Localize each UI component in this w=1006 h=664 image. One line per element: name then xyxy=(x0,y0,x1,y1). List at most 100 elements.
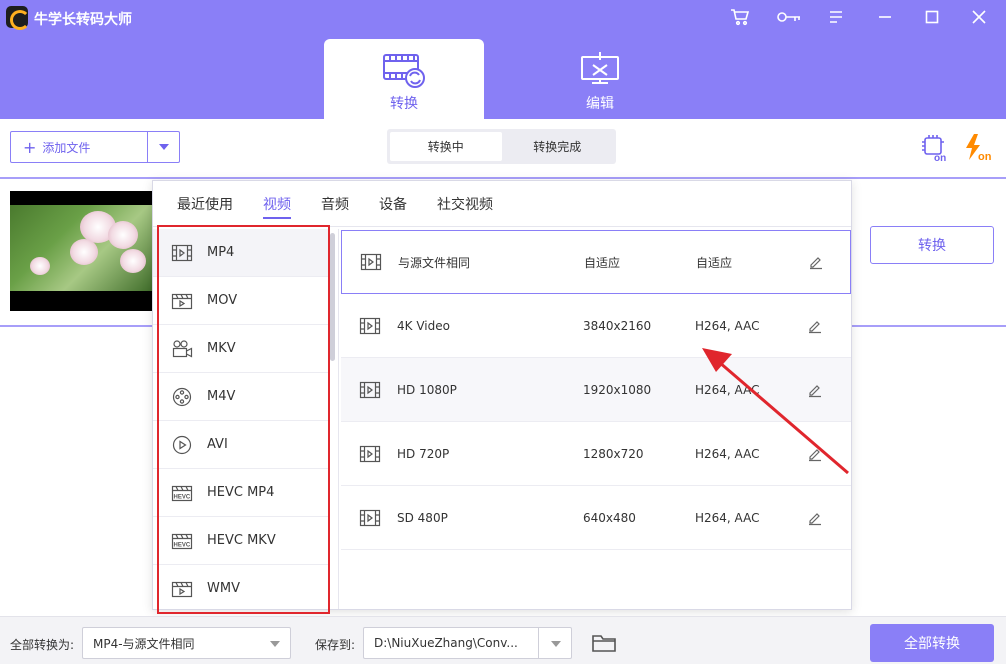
close-icon[interactable] xyxy=(968,6,990,28)
preset-row-480p[interactable]: SD 480P 640x480 H264, AAC xyxy=(341,486,851,550)
play-circle-icon xyxy=(172,435,192,454)
hevc-icon: HEVC xyxy=(171,533,193,549)
edit-pencil-icon[interactable] xyxy=(807,446,823,462)
convert-all-format-value: MP4-与源文件相同 xyxy=(93,636,195,651)
chevron-down-icon[interactable] xyxy=(147,132,179,162)
edit-pencil-icon[interactable] xyxy=(808,254,824,270)
format-item-label: HEVC MKV xyxy=(207,533,276,548)
add-file-label: 添加文件 xyxy=(42,140,91,155)
chevron-down-icon xyxy=(551,641,561,647)
maximize-icon[interactable] xyxy=(921,6,943,28)
format-item-avi[interactable]: AVI xyxy=(153,421,329,469)
svg-text:HEVC: HEVC xyxy=(174,542,191,548)
clapper-play-icon xyxy=(171,581,193,597)
tab-recent[interactable]: 最近使用 xyxy=(177,181,233,227)
preset-row-1080p[interactable]: HD 1080P 1920x1080 H264, AAC xyxy=(341,358,851,422)
preset-row-source[interactable]: 与源文件相同 自适应 自适应 xyxy=(341,230,851,294)
tab-converted[interactable]: 转换完成 xyxy=(502,132,614,161)
tab-converting[interactable]: 转换中 xyxy=(390,132,502,161)
film-strip-icon xyxy=(171,244,193,261)
film-strip-icon xyxy=(359,317,381,335)
film-strip-icon xyxy=(360,253,382,271)
tab-audio[interactable]: 音频 xyxy=(321,181,349,227)
app-title: 牛学长转码大师 xyxy=(34,12,132,28)
preset-codec: H264, AAC xyxy=(695,446,760,461)
minimize-icon[interactable] xyxy=(874,6,896,28)
video-thumbnail-image xyxy=(10,205,155,291)
menu-icon[interactable] xyxy=(825,6,847,28)
tab-device[interactable]: 设备 xyxy=(379,181,407,227)
preset-codec: H264, AAC xyxy=(695,510,760,525)
format-item-wmv[interactable]: WMV xyxy=(153,565,329,609)
tab-social-video[interactable]: 社交视频 xyxy=(437,181,493,227)
film-strip-icon xyxy=(359,445,381,463)
preset-name: HD 1080P xyxy=(397,382,457,397)
hevc-icon: HEVC xyxy=(171,485,193,501)
clapper-play-icon xyxy=(171,293,193,309)
preset-codec: H264, AAC xyxy=(695,318,760,333)
film-strip-icon xyxy=(359,509,381,527)
key-icon[interactable] xyxy=(776,6,802,28)
format-item-label: WMV xyxy=(207,581,240,596)
svg-text:on: on xyxy=(978,151,992,163)
preset-codec: H264, AAC xyxy=(695,382,760,397)
format-item-mp4[interactable]: MP4 xyxy=(153,229,329,277)
add-file-main[interactable]: + 添加文件 xyxy=(11,132,147,162)
add-file-button[interactable]: + 添加文件 xyxy=(10,131,180,163)
svg-text:HEVC: HEVC xyxy=(174,494,191,500)
preset-row-720p[interactable]: HD 720P 1280x720 H264, AAC xyxy=(341,422,851,486)
preset-list: 与源文件相同 自适应 自适应 4K Video 3840x2160 H264, … xyxy=(341,230,851,610)
format-item-hevc-mp4[interactable]: HEVC HEVC MP4 xyxy=(153,469,329,517)
edit-pencil-icon[interactable] xyxy=(807,318,823,334)
format-list: MP4 MOV MKV M4V AVI HEVC HEVC MP4 HEVC H… xyxy=(153,229,339,609)
convert-all-button[interactable]: 全部转换 xyxy=(870,624,994,662)
film-reel-icon xyxy=(172,387,192,406)
preset-name: SD 480P xyxy=(397,510,448,525)
format-item-m4v[interactable]: M4V xyxy=(153,373,329,421)
preset-name: HD 720P xyxy=(397,446,450,461)
output-format-panel: 最近使用 视频 音频 设备 社交视频 MP4 MOV MKV M4V AVI H… xyxy=(152,180,852,610)
preset-resolution: 自适应 xyxy=(584,255,621,270)
high-speed-icon[interactable]: on xyxy=(962,133,996,163)
convert-button[interactable]: 转换 xyxy=(870,226,994,264)
gpu-acceleration-icon[interactable]: on xyxy=(920,133,950,164)
format-item-mov[interactable]: MOV xyxy=(153,277,329,325)
preset-row-4k[interactable]: 4K Video 3840x2160 H264, AAC xyxy=(341,294,851,358)
svg-text:on: on xyxy=(934,153,946,163)
format-item-label: AVI xyxy=(207,437,228,452)
film-strip-icon xyxy=(359,381,381,399)
status-segmented-control: 转换中 转换完成 xyxy=(387,129,616,164)
format-item-label: MOV xyxy=(207,293,238,308)
preset-codec: 自适应 xyxy=(696,255,733,270)
tab-edit[interactable]: 编辑 xyxy=(520,39,680,119)
save-path-select[interactable]: D:\NiuXueZhang\Conv... xyxy=(363,627,572,659)
divider xyxy=(0,177,1006,179)
edit-pencil-icon[interactable] xyxy=(807,510,823,526)
convert-all-to-label: 全部转换为: xyxy=(10,638,75,652)
film-convert-icon xyxy=(324,51,484,91)
video-thumbnail[interactable] xyxy=(10,191,155,311)
preset-name: 4K Video xyxy=(397,318,450,333)
plus-icon: + xyxy=(23,137,37,157)
edit-pencil-icon[interactable] xyxy=(807,382,823,398)
format-item-label: M4V xyxy=(207,389,236,404)
format-list-scrollbar[interactable] xyxy=(330,233,335,361)
preset-name: 与源文件相同 xyxy=(398,255,471,270)
divider xyxy=(538,628,539,658)
preset-resolution: 640x480 xyxy=(583,510,636,525)
chevron-down-icon xyxy=(270,641,280,647)
folder-icon[interactable] xyxy=(591,632,617,654)
preset-resolution: 1920x1080 xyxy=(583,382,652,397)
tab-convert[interactable]: 转换 xyxy=(324,39,484,119)
format-item-label: MKV xyxy=(207,341,236,356)
edit-screen-icon xyxy=(520,51,680,91)
tab-convert-label: 转换 xyxy=(390,96,418,112)
format-item-mkv[interactable]: MKV xyxy=(153,325,329,373)
convert-all-format-select[interactable]: MP4-与源文件相同 xyxy=(82,627,291,659)
title-bar: 牛学长转码大师 转换 编辑 xyxy=(0,0,1006,119)
format-item-hevc-mkv[interactable]: HEVC HEVC MKV xyxy=(153,517,329,565)
cart-icon[interactable] xyxy=(729,6,751,28)
tab-video[interactable]: 视频 xyxy=(263,181,291,227)
format-item-label: HEVC MP4 xyxy=(207,485,275,500)
save-to-label: 保存到: xyxy=(315,638,356,652)
